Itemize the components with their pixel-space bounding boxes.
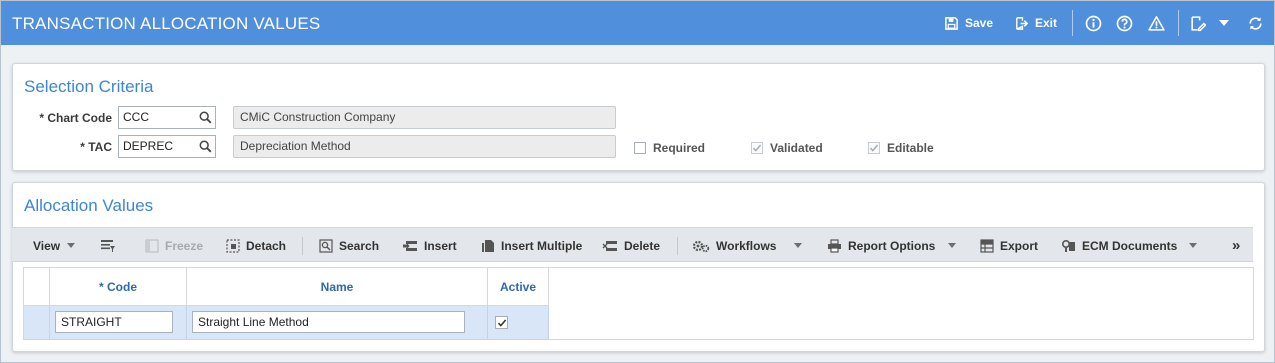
search-icon	[199, 140, 211, 153]
freeze-label: Freeze	[165, 238, 204, 253]
required-marker: *	[80, 140, 85, 154]
ecm-documents-label: ECM Documents	[1082, 238, 1178, 253]
chart-code-search-button[interactable]	[195, 107, 215, 128]
editable-checkbox	[868, 142, 880, 154]
header-divider	[1178, 10, 1179, 36]
workflows-label: Workflows	[716, 238, 777, 253]
export-label: Export	[1000, 238, 1039, 253]
more-toolbar-button[interactable]: »	[1232, 228, 1240, 263]
edit-notes-icon[interactable]	[1188, 14, 1206, 32]
row-selector-header	[24, 268, 50, 306]
report-options-button[interactable]: Report Options	[827, 228, 935, 263]
insert-button[interactable]: Insert	[402, 228, 457, 263]
search-icon	[199, 111, 211, 124]
spreadsheet-icon	[980, 238, 994, 253]
insert-multiple-label: Insert Multiple	[501, 238, 583, 253]
search-button[interactable]: Search	[319, 228, 379, 263]
document-icon	[1061, 239, 1075, 252]
insert-label: Insert	[424, 238, 457, 253]
ecm-documents-button[interactable]: ECM Documents	[1060, 228, 1177, 263]
chevron-down-icon[interactable]	[948, 243, 956, 248]
row-selector[interactable]	[24, 306, 50, 340]
toolbar-divider	[677, 237, 678, 255]
freeze-icon	[145, 239, 159, 252]
printer-icon	[828, 238, 841, 253]
insert-row-icon	[403, 240, 417, 251]
name-input[interactable]: Straight Line Method	[192, 311, 465, 333]
refresh-icon[interactable]	[1246, 14, 1264, 32]
save-button[interactable]: Save	[944, 13, 993, 33]
selection-criteria-panel: Selection Criteria * Chart Code CCC CMiC…	[12, 63, 1265, 171]
active-checkbox[interactable]	[495, 316, 508, 329]
report-options-label: Report Options	[848, 238, 936, 253]
gears-icon	[692, 240, 710, 252]
active-column-header[interactable]: Active	[488, 268, 549, 306]
exit-button[interactable]: Exit	[1014, 13, 1057, 33]
header-bar: TRANSACTION ALLOCATION VALUES Save Exit	[1, 1, 1274, 45]
allocation-values-title: Allocation Values	[24, 196, 154, 215]
chart-code-label: * Chart Code	[25, 111, 112, 125]
info-icon[interactable]	[1084, 14, 1102, 32]
page-title: TRANSACTION ALLOCATION VALUES	[12, 14, 321, 33]
warning-icon[interactable]	[1147, 14, 1165, 32]
name-column-header[interactable]: Name	[187, 268, 488, 306]
tac-description: Depreciation Method	[233, 135, 616, 158]
delete-button[interactable]: Delete	[602, 228, 660, 263]
required-label: Required	[653, 141, 706, 155]
view-label: View	[33, 238, 61, 253]
delete-label: Delete	[624, 238, 661, 253]
detach-label: Detach	[246, 238, 287, 253]
save-label: Save	[965, 16, 994, 30]
chevron-double-right-icon: »	[1232, 237, 1241, 254]
save-icon	[945, 16, 958, 30]
query-by-example-button[interactable]	[100, 228, 122, 263]
delete-row-icon	[602, 240, 617, 251]
validated-checkbox	[751, 142, 763, 154]
export-button[interactable]: Export	[980, 228, 1038, 263]
grid-toolbar: View Freeze Detach Search Insert Insert …	[12, 227, 1253, 262]
selection-criteria-title: Selection Criteria	[24, 77, 154, 96]
search-icon	[319, 238, 333, 253]
search-label: Search	[339, 238, 380, 253]
chart-code-description: CMiC Construction Company	[233, 106, 616, 129]
chart-code-value: CCC	[123, 110, 149, 124]
checkmark-icon	[497, 318, 506, 327]
detach-icon	[226, 238, 240, 253]
help-icon[interactable]	[1115, 14, 1133, 32]
view-menu[interactable]: View	[33, 228, 60, 263]
chevron-down-icon[interactable]	[1189, 243, 1197, 248]
tac-search-button[interactable]	[195, 136, 215, 157]
app-window: TRANSACTION ALLOCATION VALUES Save Exit	[0, 0, 1275, 363]
tac-label-text: TAC	[88, 140, 112, 154]
checkmark-icon	[869, 144, 879, 152]
required-checkbox[interactable]	[634, 142, 646, 154]
editable-label: Editable	[887, 141, 934, 155]
chevron-down-icon[interactable]	[794, 243, 802, 248]
insert-multiple-icon	[482, 239, 494, 252]
workflows-button[interactable]: Workflows	[692, 228, 776, 263]
chevron-down-icon[interactable]	[67, 243, 75, 248]
code-input[interactable]: STRAIGHT	[55, 311, 173, 333]
chevron-down-icon[interactable]	[1215, 14, 1233, 32]
tac-value: DEPREC	[123, 139, 174, 153]
filter-rows-icon	[101, 239, 115, 252]
detach-button[interactable]: Detach	[226, 228, 286, 263]
tac-label: * TAC	[25, 140, 112, 154]
code-column-header[interactable]: * Code	[50, 268, 187, 306]
validated-label: Validated	[770, 141, 823, 155]
freeze-button[interactable]: Freeze	[145, 228, 203, 263]
exit-icon	[1016, 16, 1029, 30]
chart-code-label-text: Chart Code	[47, 111, 112, 125]
required-marker: *	[39, 111, 44, 125]
checkmark-icon	[752, 144, 762, 152]
toolbar-divider	[302, 237, 303, 255]
exit-label: Exit	[1035, 16, 1058, 30]
insert-multiple-button[interactable]: Insert Multiple	[481, 228, 582, 263]
header-divider	[1072, 10, 1073, 36]
